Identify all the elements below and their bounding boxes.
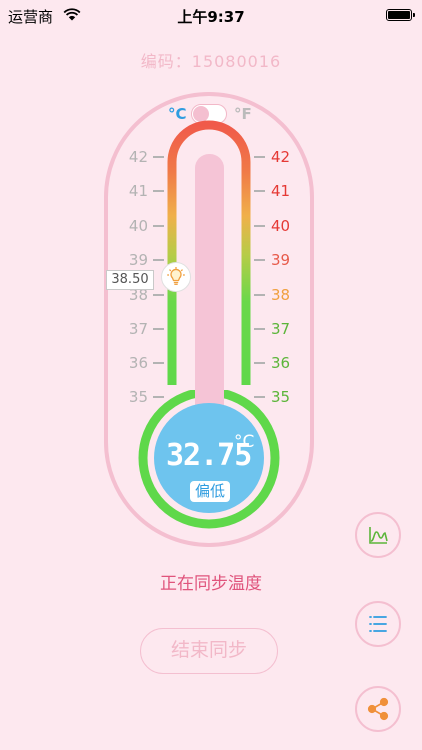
scale-right-label: 38	[271, 286, 291, 304]
scale-left-label: 42	[128, 148, 148, 166]
end-sync-button[interactable]: 结束同步	[140, 628, 278, 674]
share-button[interactable]	[355, 686, 401, 732]
scale-left-label: 35	[128, 388, 148, 406]
lightbulb-icon	[167, 267, 185, 285]
temperature-status-badge: 偏低	[190, 481, 230, 502]
scale-left-label: 40	[128, 217, 148, 235]
alarm-slider-handle[interactable]	[161, 262, 191, 292]
sync-status-text: 正在同步温度	[160, 574, 262, 594]
temperature-unit: °C	[234, 432, 255, 452]
mercury-column	[195, 154, 224, 424]
scale-right-label: 36	[271, 354, 291, 372]
chart-icon	[369, 527, 388, 544]
scale-right-label: 42	[271, 148, 291, 166]
scale-left-label: 37	[128, 320, 148, 338]
scale-left-label: 41	[128, 182, 148, 200]
scale-right-label: 37	[271, 320, 291, 338]
scale-right-label: 35	[271, 388, 291, 406]
list-icon	[369, 616, 387, 632]
scale-left-label: 36	[128, 354, 148, 372]
alarm-threshold-label: 38.50	[106, 270, 154, 290]
scale-right-label: 41	[271, 182, 291, 200]
scale-left-label: 39	[128, 251, 148, 269]
scale-right-label: 40	[271, 217, 291, 235]
list-button[interactable]	[355, 601, 401, 647]
chart-button[interactable]	[355, 512, 401, 558]
scale-right-label: 39	[271, 251, 291, 269]
share-icon	[367, 697, 389, 721]
